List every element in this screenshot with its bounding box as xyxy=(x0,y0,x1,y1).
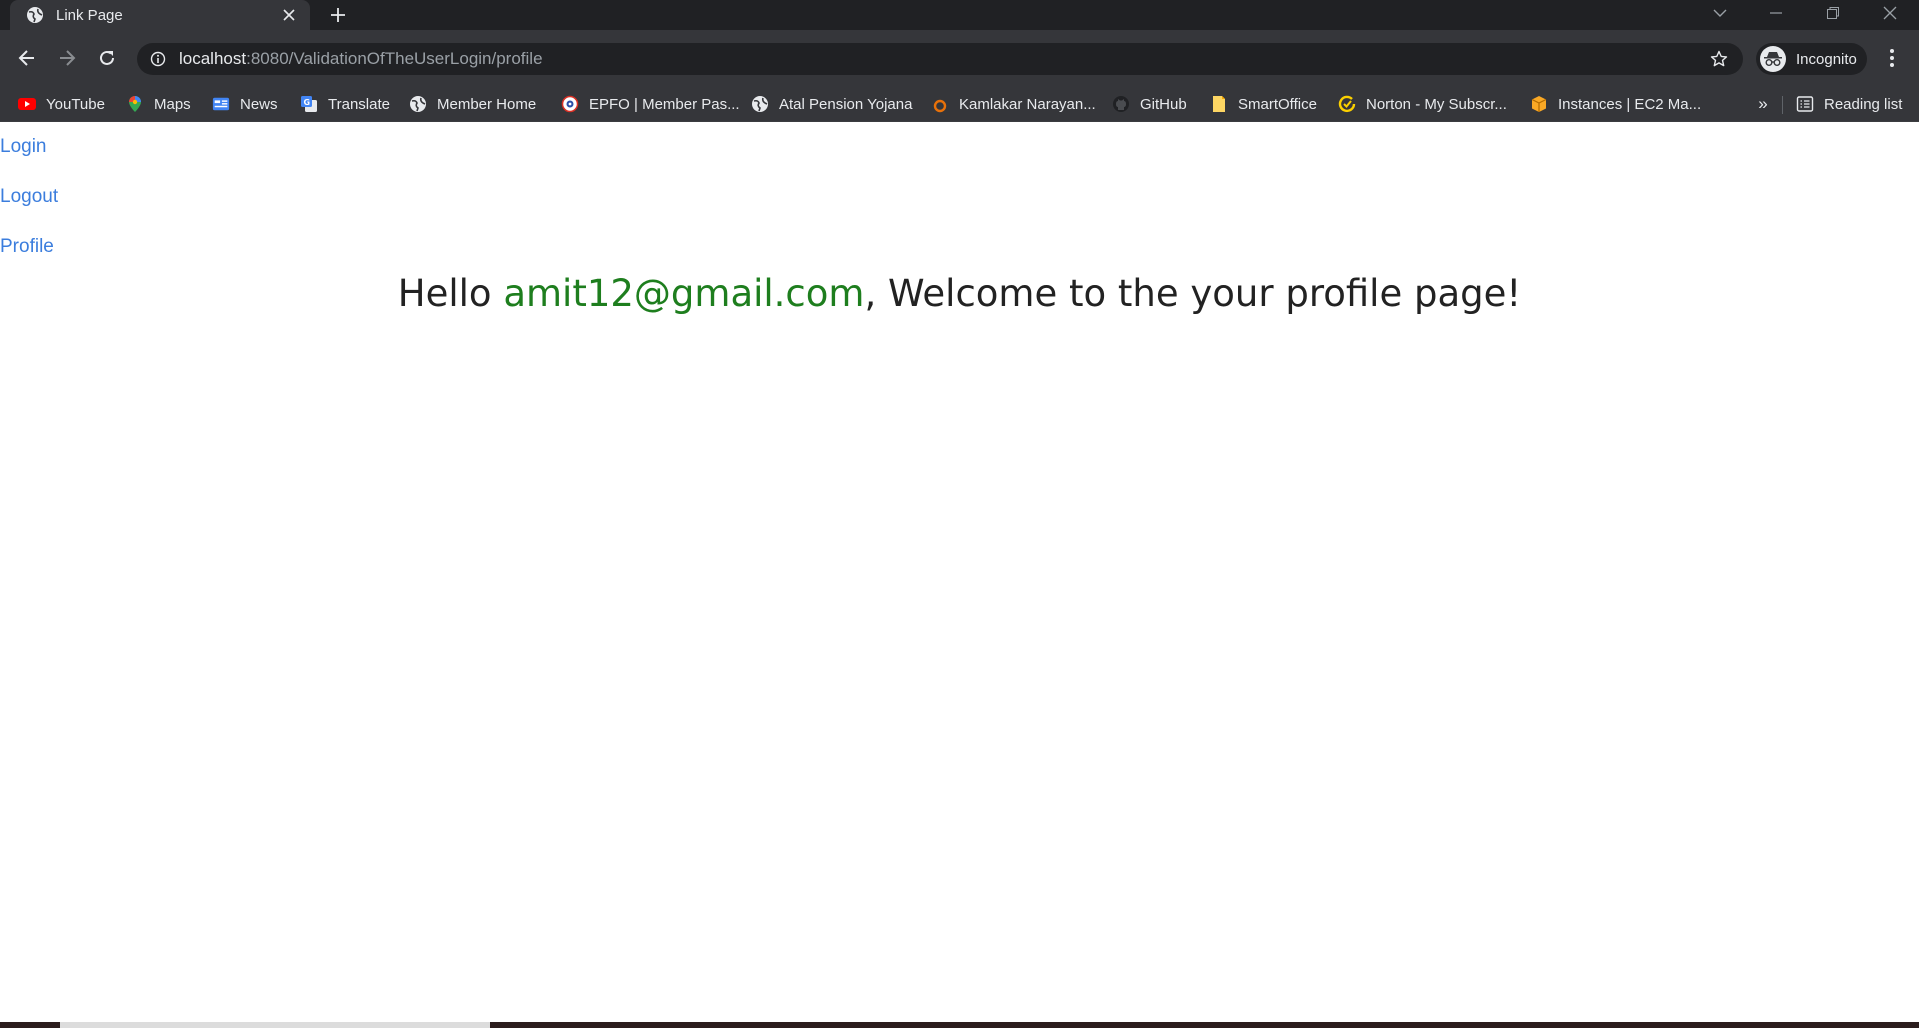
url-host: localhost xyxy=(179,49,247,68)
bookmark-translate[interactable]: G Translate xyxy=(300,91,390,117)
tab-title: Link Page xyxy=(56,6,123,24)
globe-icon xyxy=(409,95,427,113)
bookmark-ec2-instances[interactable]: Instances | EC2 Ma... xyxy=(1530,91,1701,117)
bookmark-news[interactable]: News xyxy=(212,91,278,117)
orange-ring-icon xyxy=(931,95,949,113)
browser-toolbar: localhost:8080/ValidationOfTheUserLogin/… xyxy=(0,30,1919,86)
github-icon xyxy=(1112,95,1130,113)
logout-link[interactable]: Logout xyxy=(0,186,58,208)
back-button[interactable] xyxy=(13,44,41,72)
restore-icon[interactable] xyxy=(1813,0,1853,26)
bookmark-label: Member Home xyxy=(437,95,537,113)
profile-link[interactable]: Profile xyxy=(0,236,54,258)
close-tab-icon[interactable] xyxy=(278,4,300,26)
bookmark-label: Instances | EC2 Ma... xyxy=(1558,95,1702,113)
reading-list-label: Reading list xyxy=(1824,95,1903,113)
bookmark-maps[interactable]: Maps xyxy=(126,91,191,117)
welcome-heading: Hello amit12@gmail.com, Welcome to the y… xyxy=(0,272,1919,315)
bookmark-label: Kamlakar Narayan... xyxy=(959,95,1096,113)
youtube-icon xyxy=(18,95,36,113)
site-info-icon[interactable] xyxy=(149,50,167,68)
maps-pin-icon xyxy=(126,95,144,113)
bookmark-label: Norton - My Subscr... xyxy=(1366,95,1507,113)
incognito-icon xyxy=(1760,46,1786,72)
more-bookmarks-chevron[interactable]: » xyxy=(1752,94,1774,114)
greeting-suffix: , Welcome to the your profile page! xyxy=(864,272,1522,315)
browser-tab-active[interactable]: Link Page xyxy=(10,0,310,30)
login-link[interactable]: Login xyxy=(0,136,47,158)
reading-list-icon xyxy=(1796,95,1814,113)
url-text: localhost:8080/ValidationOfTheUserLogin/… xyxy=(179,49,1707,69)
bookmark-epfo[interactable]: EPFO | Member Pas... xyxy=(561,91,740,117)
bookmark-label: YouTube xyxy=(46,95,105,113)
close-window-icon[interactable] xyxy=(1870,0,1910,26)
reload-button[interactable] xyxy=(93,44,121,72)
tab-strip: Link Page xyxy=(0,0,1919,30)
incognito-profile-chip[interactable]: Incognito xyxy=(1756,43,1867,75)
bookmark-atal-pension[interactable]: Atal Pension Yojana xyxy=(751,91,912,117)
bookmark-kamlakar[interactable]: Kamlakar Narayan... xyxy=(931,91,1096,117)
globe-icon xyxy=(751,95,769,113)
bookmark-label: Translate xyxy=(328,95,390,113)
bookmark-label: GitHub xyxy=(1140,95,1187,113)
reading-list-button[interactable]: Reading list xyxy=(1796,91,1902,117)
google-translate-icon: G xyxy=(300,95,318,113)
address-bar[interactable]: localhost:8080/ValidationOfTheUserLogin/… xyxy=(137,43,1743,75)
bookmark-note-icon xyxy=(1210,95,1228,113)
taskbar-active-indicator xyxy=(60,1022,490,1028)
bookmark-youtube[interactable]: YouTube xyxy=(18,91,105,117)
incognito-label: Incognito xyxy=(1796,50,1857,68)
user-email: amit12@gmail.com xyxy=(503,272,865,315)
aws-box-icon xyxy=(1530,95,1548,113)
bookmark-norton[interactable]: Norton - My Subscr... xyxy=(1338,91,1507,117)
bookmark-label: SmartOffice xyxy=(1238,95,1317,113)
bookmark-label: EPFO | Member Pas... xyxy=(589,95,740,113)
svg-text:G: G xyxy=(304,98,311,107)
greeting-prefix: Hello xyxy=(397,272,504,315)
new-tab-button[interactable] xyxy=(326,3,350,27)
url-path: :8080/ValidationOfTheUserLogin/profile xyxy=(246,49,543,68)
web-page-content: Login Logout Profile Hello amit12@gmail.… xyxy=(0,122,1919,1022)
bookmark-label: Atal Pension Yojana xyxy=(779,95,913,113)
bookmark-member-home[interactable]: Member Home xyxy=(409,91,536,117)
norton-icon xyxy=(1338,95,1356,113)
epfo-emblem-icon xyxy=(561,95,579,113)
bookmark-github[interactable]: GitHub xyxy=(1112,91,1187,117)
forward-button[interactable] xyxy=(53,44,81,72)
bookmark-label: Maps xyxy=(154,95,191,113)
bookmark-smartoffice[interactable]: SmartOffice xyxy=(1210,91,1317,117)
google-news-icon xyxy=(212,95,230,113)
bookmarks-separator xyxy=(1782,96,1783,114)
bookmarks-bar: YouTube Maps News G Translate Member Hom… xyxy=(0,86,1919,122)
bookmark-star-icon[interactable] xyxy=(1707,47,1731,71)
tab-search-icon[interactable] xyxy=(1700,0,1740,26)
more-menu-icon[interactable] xyxy=(1880,46,1904,70)
globe-icon xyxy=(26,6,44,24)
minimize-icon[interactable] xyxy=(1756,0,1796,26)
bookmark-label: News xyxy=(240,95,278,113)
